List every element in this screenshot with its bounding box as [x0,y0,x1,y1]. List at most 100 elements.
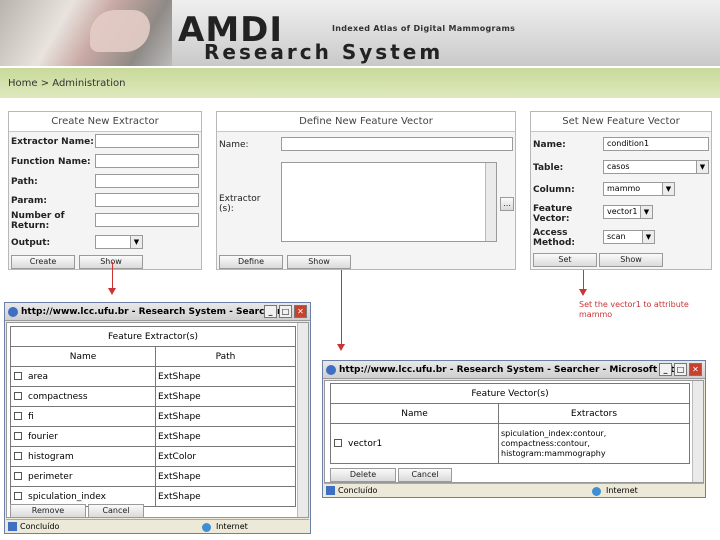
number-of-return-input[interactable] [95,213,199,227]
vectors-table: Feature Vector(s) Name Extractors vector… [330,383,690,464]
table-title: Feature Vector(s) [330,383,690,404]
row-name: fi [28,411,34,422]
row-name: perimeter [28,471,73,482]
column-label: Column: [533,185,575,195]
function-name-input[interactable] [95,154,199,168]
window-statusbar: Concluído Internet [6,519,309,533]
row-extractor-item: compactness:contour, [501,438,590,448]
extractors-table: Feature Extractor(s) Name Path area ExtSh… [10,326,296,507]
show-vectors-button[interactable]: Show [287,255,351,269]
chevron-down-icon: ▼ [640,206,652,218]
define-button[interactable]: Define [219,255,283,269]
row-checkbox[interactable] [14,492,22,500]
arrow-head-vectors [337,344,345,351]
output-label: Output: [11,238,51,248]
window-content: Feature Extractor(s) Name Path area ExtSh… [6,322,309,518]
arrow-head-set [579,289,587,296]
show-settings-button[interactable]: Show [599,253,663,267]
page-done-icon [326,486,335,495]
maximize-button[interactable]: □ [279,305,292,318]
extractors-scrollbar[interactable] [485,163,496,241]
feature-extractors-window: http://www.lcc.ufu.br - Research System … [4,302,311,534]
param-input[interactable] [95,193,199,207]
access-method-label: Access Method: [533,228,575,248]
close-button[interactable]: ✕ [294,305,307,318]
breadcrumb-home[interactable]: Home [8,78,38,89]
set-button[interactable]: Set [533,253,597,267]
window-statusbar: Concluído Internet [324,483,704,497]
page-done-icon [8,522,17,531]
window-title: http://www.lcc.ufu.br - Research System … [21,307,291,317]
browse-extractors-button[interactable]: ... [500,197,514,211]
feature-vectors-window: http://www.lcc.ufu.br - Research System … [322,360,706,498]
vector-name-input[interactable] [281,137,513,151]
create-extractor-header: Create New Extractor [9,112,201,132]
table-row: perimeter ExtShape [10,466,296,487]
define-feature-vector-header: Define New Feature Vector [217,112,515,132]
window-titlebar: http://www.lcc.ufu.br - Research System … [323,361,705,379]
banner-title-2: Research System [204,40,444,64]
output-select[interactable]: ▼ [95,235,143,249]
window-titlebar: http://www.lcc.ufu.br - Research System … [5,303,310,321]
param-label: Param: [11,196,47,206]
show-extractors-button[interactable]: Show [79,255,143,269]
row-path: ExtShape [155,406,296,427]
access-method-select-value: scan [607,232,626,241]
extractor-name-label: Extractor Name: [11,137,94,147]
window-content: Feature Vector(s) Name Extractors vector… [324,380,704,483]
set-feature-vector-panel: Set New Feature Vector Name: condition1 … [530,111,712,270]
row-checkbox[interactable] [14,432,22,440]
row-checkbox[interactable] [14,412,22,420]
create-button[interactable]: Create [11,255,75,269]
define-feature-vector-panel: Define New Feature Vector Name: Extracto… [216,111,516,270]
row-name: histogram [28,451,74,462]
function-name-label: Function Name: [11,157,91,167]
row-path: ExtShape [155,366,296,387]
row-extractor-item: spiculation_index:contour, [501,428,607,438]
table-label: Table: [533,163,564,173]
remove-button[interactable]: Remove [10,504,86,518]
vector-name-label: Name: [219,140,249,150]
cancel-button[interactable]: Cancel [398,468,452,482]
ie-icon [8,307,18,317]
feature-vector-select[interactable]: vector1 ▼ [603,205,653,219]
extractors-textarea[interactable] [281,162,497,242]
breadcrumb-current: Administration [52,78,126,89]
feature-vector-label: Feature Vector: [533,204,573,224]
maximize-button[interactable]: □ [674,363,687,376]
window-scrollbar[interactable] [692,381,703,482]
annotation-note: Set the vector1 to attribute mammo [579,300,689,319]
column-select[interactable]: mammo ▼ [603,182,675,196]
row-extractors: spiculation_index:contour, compactness:c… [498,423,690,464]
row-path: ExtShape [155,426,296,447]
minimize-button[interactable]: _ [264,305,277,318]
set-name-input[interactable]: condition1 [603,137,709,151]
close-button[interactable]: ✕ [689,363,702,376]
feature-vector-select-value: vector1 [607,207,638,216]
minimize-button[interactable]: _ [659,363,672,376]
cancel-button[interactable]: Cancel [88,504,144,518]
row-checkbox[interactable] [334,439,342,447]
ie-icon [326,365,336,375]
row-checkbox[interactable] [14,452,22,460]
access-method-select[interactable]: scan ▼ [603,230,655,244]
number-of-return-label: Number of Return: [11,211,65,231]
extractors-label: Extractor (s): [219,194,261,214]
row-checkbox[interactable] [14,472,22,480]
arrow-head-extractors [108,288,116,295]
window-scrollbar[interactable] [297,323,308,517]
column-header-name: Name [330,403,499,424]
status-left: Concluído [20,522,60,531]
extractor-name-input[interactable] [95,134,199,148]
arrow-line-extractors [112,262,113,288]
chevron-down-icon: ▼ [696,161,708,173]
banner-photo [0,0,172,66]
row-name: fourier [28,431,58,442]
table-select[interactable]: casos ▼ [603,160,709,174]
delete-button[interactable]: Delete [330,468,396,482]
path-input[interactable] [95,174,199,188]
row-checkbox[interactable] [14,372,22,380]
row-checkbox[interactable] [14,392,22,400]
chevron-down-icon: ▼ [662,183,674,195]
window-title: http://www.lcc.ufu.br - Research System … [339,365,685,375]
